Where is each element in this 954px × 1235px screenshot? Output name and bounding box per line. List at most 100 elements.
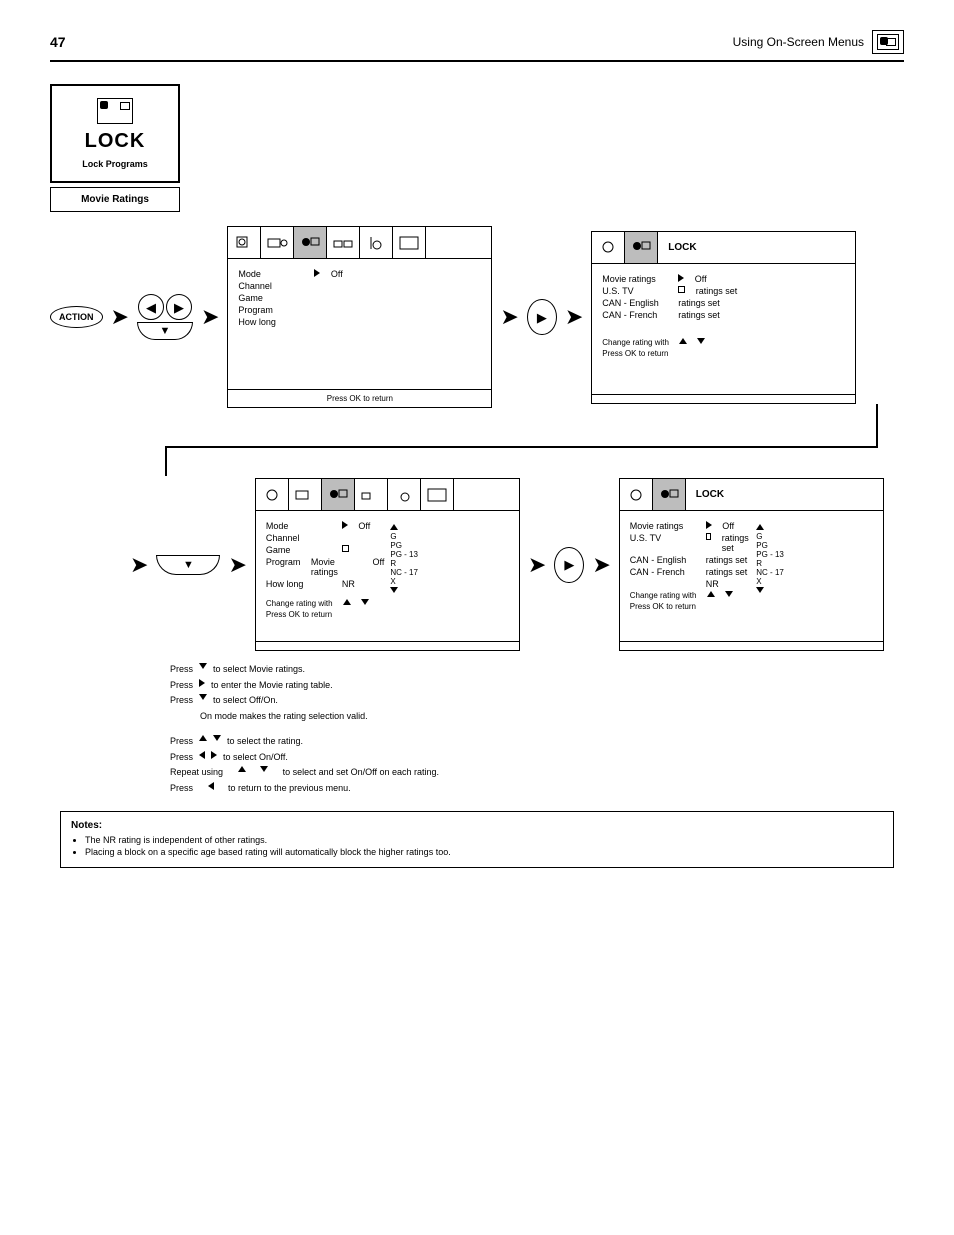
instr-7b: to return to the previous menu. <box>228 782 351 796</box>
screen-footer <box>620 641 883 650</box>
down-icon <box>199 663 207 669</box>
row-program: Program <box>266 557 301 567</box>
row-nr-value: NR <box>706 579 719 589</box>
screen-footer: Press OK to return <box>228 389 491 407</box>
tab-setup-icon <box>256 479 289 510</box>
instr-5: to select On/Off. <box>223 751 288 765</box>
nav-left-button[interactable]: ◀ <box>138 294 164 320</box>
header-bar: 47 Using On-Screen Menus <box>50 30 904 62</box>
nav-right-button[interactable]: ▶ <box>554 547 584 583</box>
action-button[interactable]: ACTION <box>50 306 103 328</box>
tab-lock-icon <box>322 479 355 510</box>
rating-g: G <box>390 532 509 541</box>
checkbox-icon <box>342 545 349 552</box>
subsection-title: Movie Ratings <box>50 187 180 212</box>
instr-3: to select Off/On. <box>213 694 278 708</box>
row-ustv: U.S. TV <box>630 533 702 543</box>
row-mode: Mode <box>238 269 310 279</box>
flow-arrow-icon: ➤ <box>592 554 610 576</box>
nav-down-button[interactable]: ▼ <box>156 555 220 575</box>
row-movie: Movie ratings <box>311 557 362 577</box>
screen-tabs <box>256 479 519 511</box>
up-icon <box>390 524 398 530</box>
arrow-right-icon <box>314 269 320 277</box>
row-can-fr-value: ratings set <box>678 310 720 320</box>
up-icon <box>707 591 715 597</box>
row-channel: Channel <box>238 281 310 291</box>
rating-pg13: PG - 13 <box>756 550 872 559</box>
nav-right-button[interactable]: ▶ <box>166 294 192 320</box>
screen-body: Mode Off Channel Game Program How long <box>228 259 491 389</box>
rating-pg: PG <box>756 541 872 550</box>
rating-nc17: NC - 17 <box>390 568 509 577</box>
row-can-fr-value: ratings set <box>706 567 748 577</box>
instr-2: to enter the Movie rating table. <box>211 679 333 693</box>
flow-arrow-icon: ➤ <box>500 306 518 328</box>
row-can-en-value: ratings set <box>706 555 748 565</box>
menu-screen-4: LOCK Movie ratings Off U.S. TV ratings s… <box>619 478 884 651</box>
section-subtitle: Lock Programs <box>82 159 148 169</box>
screen-footer <box>256 641 519 650</box>
row-howlong: How long <box>238 317 310 327</box>
footer-text: Press OK to return <box>327 394 393 403</box>
tab-video-icon <box>261 227 294 258</box>
tab-lock-icon <box>294 227 327 258</box>
down-icon <box>390 587 398 593</box>
tab-lock-icon <box>653 479 686 510</box>
rating-pg: PG <box>390 541 509 550</box>
instr-1: to select Movie ratings. <box>213 663 305 677</box>
lock-section-icon <box>97 98 133 124</box>
row-nr-value: NR <box>342 579 355 589</box>
menu-screen-2: LOCK Movie ratings Off U.S. TV ratings s… <box>591 231 856 404</box>
row-ustv-value: ratings set <box>696 286 738 296</box>
row-movie-value: Off <box>373 557 385 567</box>
left-icon <box>199 751 205 759</box>
instr-7a: Press <box>170 782 193 796</box>
arrow-right-icon <box>678 274 684 282</box>
rating-pg13: PG - 13 <box>390 550 509 559</box>
tab-picture-icon <box>393 227 426 258</box>
footer-change: Change rating with <box>266 599 333 608</box>
instructions-block: Pressto select Movie ratings. Pressto en… <box>170 663 904 795</box>
instr-6a: Repeat using <box>170 766 223 780</box>
menu-screen-3: Mode Off Channel Game Program Movie rati… <box>255 478 520 651</box>
tab-setup-icon <box>228 227 261 258</box>
instr-note1: On mode makes the rating selection valid… <box>200 710 368 724</box>
rating-x: X <box>390 577 509 586</box>
down-icon <box>213 735 221 741</box>
down-icon <box>697 338 705 344</box>
flow-arrow-icon: ➤ <box>228 554 246 576</box>
screen-tabs: LOCK <box>592 232 855 264</box>
rating-x: X <box>756 577 872 586</box>
notes-box: Notes: The NR rating is independent of o… <box>60 811 894 868</box>
section-title-box: LOCK Lock Programs <box>50 84 180 183</box>
row-movie: Movie ratings <box>602 274 674 284</box>
nav-down-button[interactable]: ▼ <box>137 322 193 340</box>
rating-r: R <box>390 559 509 568</box>
tab-video-icon <box>289 479 322 510</box>
screen-tabs <box>228 227 491 259</box>
rating-nc17: NC - 17 <box>756 568 872 577</box>
row-can-en: CAN - English <box>602 298 674 308</box>
menu-screen-1: Mode Off Channel Game Program How long P… <box>227 226 492 408</box>
footer-return: Press OK to return <box>266 610 332 619</box>
row-ustv-value: ratings set <box>722 533 751 553</box>
row-howlong: How long <box>266 579 338 589</box>
row-movie-value: Off <box>695 274 707 284</box>
row-movie-value: Off <box>722 521 734 531</box>
right-icon <box>211 751 217 759</box>
screen-tabs: LOCK <box>620 479 883 511</box>
lock-badge-icon <box>877 34 899 50</box>
down-icon <box>260 766 268 772</box>
arrow-right-icon <box>342 521 348 529</box>
down-icon <box>725 591 733 597</box>
screen-title: LOCK <box>686 479 883 510</box>
up-icon <box>199 735 207 741</box>
nav-right-button[interactable]: ▶ <box>527 299 557 335</box>
down-icon <box>361 599 369 605</box>
flow-arrow-icon: ➤ <box>111 306 129 328</box>
tab-lock-icon <box>625 232 658 263</box>
row-can-fr: CAN - French <box>630 567 702 577</box>
breadcrumb-text: Using On-Screen Menus <box>733 35 864 49</box>
breadcrumb: Using On-Screen Menus <box>733 30 904 54</box>
